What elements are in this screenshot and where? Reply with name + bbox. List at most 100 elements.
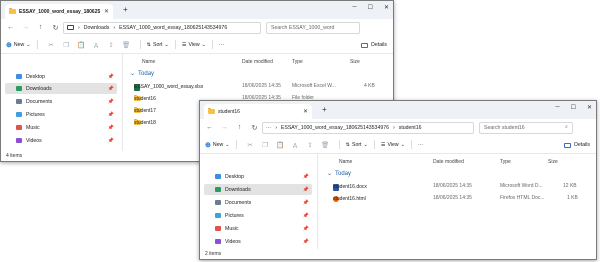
- view-button[interactable]: ☰ View ⌄: [182, 42, 206, 48]
- paste-icon[interactable]: 📋: [273, 141, 288, 149]
- divider: [174, 40, 176, 49]
- sidebar-item-music[interactable]: Music 📌: [5, 122, 117, 133]
- sidebar-item-label: Music: [26, 124, 40, 131]
- new-tab-button[interactable]: +: [322, 105, 327, 114]
- view-button[interactable]: ☰ View ⌄: [381, 142, 405, 148]
- column-size[interactable]: Size: [350, 59, 360, 65]
- tab-close-icon[interactable]: ✕: [104, 8, 109, 15]
- breadcrumb-item[interactable]: ESSAY_1000_word_essay_180625143534976: [119, 25, 227, 31]
- sidebar-item-desktop[interactable]: Desktop 📌: [5, 71, 117, 82]
- up-arrow-icon[interactable]: ↑: [33, 24, 48, 31]
- column-name[interactable]: Name: [142, 59, 155, 65]
- sort-icon: ⇅: [345, 141, 350, 148]
- chevron-down-icon: ⌄: [130, 71, 136, 77]
- pin-icon: 📌: [302, 199, 309, 206]
- breadcrumb-item[interactable]: student16: [399, 125, 422, 131]
- group-label: Today: [138, 70, 155, 77]
- forward-arrow-icon[interactable]: →: [18, 24, 33, 31]
- breadcrumb-item[interactable]: Downloads: [84, 25, 110, 31]
- column-type[interactable]: Type: [292, 59, 303, 65]
- cut-icon[interactable]: ✂: [243, 141, 258, 149]
- refresh-icon[interactable]: ↻: [48, 24, 63, 32]
- file-type: Firefox HTML Doc...: [500, 195, 545, 201]
- videos-icon: [16, 138, 22, 143]
- file-date: 18/06/2025 14:35: [433, 183, 472, 189]
- back-arrow-icon[interactable]: ←: [202, 124, 217, 131]
- sidebar-item-documents[interactable]: Documents 📌: [204, 197, 312, 208]
- refresh-icon[interactable]: ↻: [247, 124, 262, 132]
- column-date[interactable]: Date modified: [433, 159, 464, 165]
- details-button[interactable]: Details: [564, 142, 590, 148]
- divider: [139, 40, 141, 49]
- details-label: Details: [371, 42, 387, 48]
- column-size[interactable]: Size: [548, 159, 558, 165]
- delete-icon[interactable]: 🗑: [318, 141, 333, 149]
- column-name[interactable]: Name: [339, 159, 352, 165]
- copy-icon[interactable]: ❐: [59, 41, 74, 49]
- tab-title: ESSAY_1000_word_essay_180625: [19, 8, 101, 15]
- share-icon[interactable]: ⇪: [104, 41, 119, 49]
- sidebar-item-pictures[interactable]: Pictures 📌: [204, 210, 312, 221]
- documents-icon: [215, 200, 221, 205]
- sidebar-item-label: Downloads: [26, 85, 52, 92]
- tab-essay[interactable]: ESSAY_1000_word_essay_180625 ✕: [5, 4, 113, 19]
- sort-button[interactable]: ⇅ Sort ⌄: [147, 42, 169, 48]
- file-name: student16: [134, 96, 156, 102]
- column-date[interactable]: Date modified: [242, 59, 273, 65]
- more-options-button[interactable]: ···: [418, 142, 423, 148]
- maximize-icon[interactable]: ☐: [368, 4, 373, 11]
- plus-icon: ⊕: [6, 41, 12, 49]
- paste-icon[interactable]: 📋: [74, 41, 89, 49]
- more-locations-icon[interactable]: ···: [266, 125, 271, 131]
- share-icon[interactable]: ⇪: [303, 141, 318, 149]
- copy-icon[interactable]: ❐: [258, 141, 273, 149]
- cut-icon[interactable]: ✂: [44, 41, 59, 49]
- sidebar-item-desktop[interactable]: Desktop 📌: [204, 171, 312, 182]
- sidebar-item-downloads[interactable]: Downloads 📌: [5, 83, 117, 94]
- sidebar-item-music[interactable]: Music 📌: [204, 223, 312, 234]
- sidebar-item-documents[interactable]: Documents 📌: [5, 96, 117, 107]
- forward-arrow-icon[interactable]: →: [217, 124, 232, 131]
- maximize-icon[interactable]: ☐: [571, 104, 576, 111]
- sort-button[interactable]: ⇅ Sort ⌄: [346, 142, 368, 148]
- group-header-today[interactable]: ⌄ Today: [130, 70, 155, 78]
- minimize-icon[interactable]: ─: [555, 104, 559, 111]
- group-header-today[interactable]: ⌄ Today: [327, 170, 351, 178]
- file-row[interactable]: student16.docx 18/06/2025 14:35 Microsof…: [319, 181, 596, 191]
- up-arrow-icon[interactable]: ↑: [232, 124, 247, 131]
- sidebar-item-videos[interactable]: Videos 📌: [204, 236, 312, 247]
- minimize-icon[interactable]: ─: [352, 4, 356, 11]
- new-button[interactable]: ⊕ New ⌄: [205, 141, 230, 149]
- sidebar-item-label: Videos: [26, 137, 42, 144]
- file-name: student18: [134, 120, 156, 126]
- file-name: student16.html: [333, 196, 366, 202]
- new-tab-button[interactable]: +: [123, 5, 128, 14]
- delete-icon[interactable]: 🗑: [119, 41, 134, 49]
- address-bar[interactable]: ··· › ESSAY_1000_word_essay_180625143534…: [262, 121, 474, 134]
- sidebar-item-downloads[interactable]: Downloads 📌: [204, 184, 312, 195]
- divider: [212, 40, 214, 49]
- search-box[interactable]: Search ESSAY_1000_word: [266, 21, 360, 34]
- breadcrumb-item[interactable]: ESSAY_1000_word_essay_180625143534976: [281, 125, 389, 131]
- sidebar-item-pictures[interactable]: Pictures 📌: [5, 109, 117, 120]
- rename-icon[interactable]: Ａ: [288, 140, 303, 150]
- divider: [373, 140, 375, 149]
- search-box[interactable]: Search student16 ⌕: [479, 121, 573, 134]
- tab-student16[interactable]: student16 ✕: [204, 104, 312, 119]
- rename-icon[interactable]: Ａ: [89, 40, 104, 50]
- file-row[interactable]: ESSAY_1000_word_essay.xlsx 18/06/2025 14…: [124, 81, 393, 91]
- back-arrow-icon[interactable]: ←: [3, 24, 18, 31]
- divider: [235, 140, 237, 149]
- close-window-icon[interactable]: ✕: [587, 104, 592, 111]
- new-button[interactable]: ⊕ New ⌄: [6, 41, 31, 49]
- close-window-icon[interactable]: ✕: [384, 4, 389, 11]
- details-button[interactable]: Details: [361, 42, 387, 48]
- sidebar-item-label: Pictures: [225, 212, 244, 219]
- more-options-button[interactable]: ···: [219, 42, 224, 48]
- tab-close-icon[interactable]: ✕: [303, 108, 308, 115]
- column-type[interactable]: Type: [500, 159, 511, 165]
- address-bar[interactable]: › Downloads › ESSAY_1000_word_essay_1806…: [63, 21, 261, 34]
- sidebar-item-videos[interactable]: Videos 📌: [5, 135, 117, 146]
- file-row[interactable]: student16.html 18/06/2025 14:35 Firefox …: [319, 193, 596, 203]
- chevron-down-icon: ⌄: [164, 41, 169, 48]
